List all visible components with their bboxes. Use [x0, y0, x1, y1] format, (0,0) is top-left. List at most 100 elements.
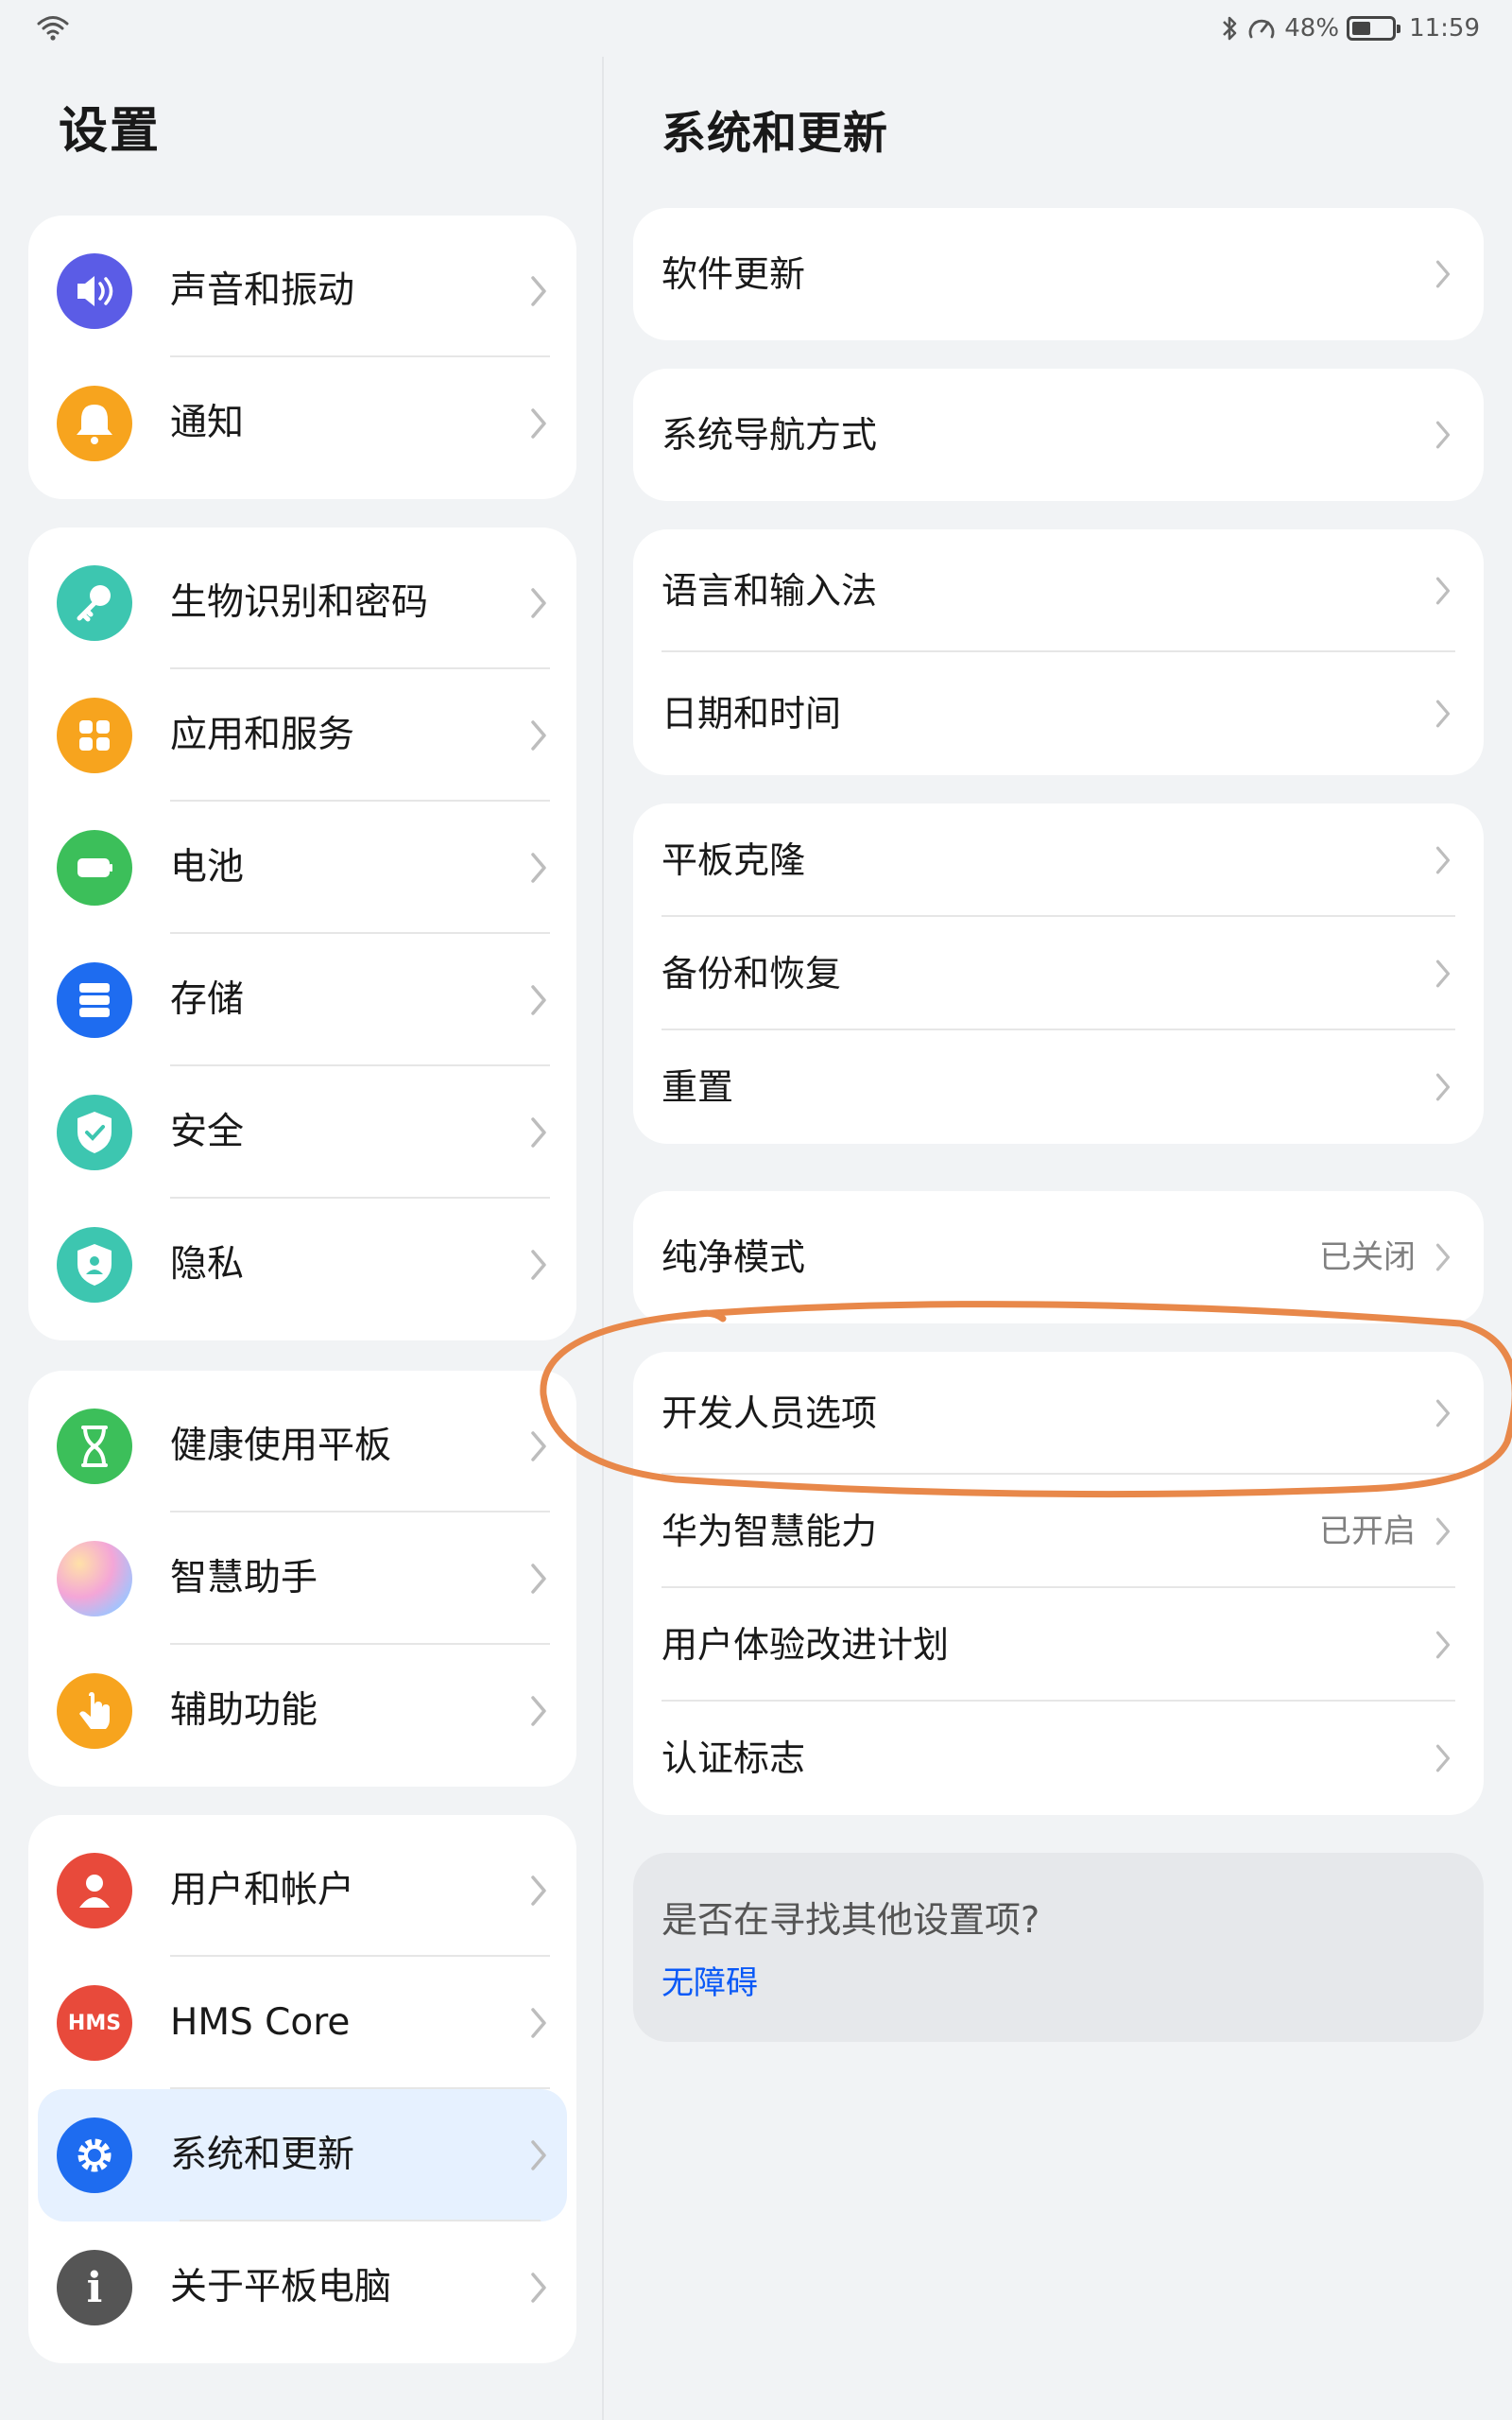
sidebar-item-label: HMS Core — [170, 2001, 351, 2044]
chevron-right-icon — [531, 1117, 546, 1148]
option-label: 平板克隆 — [662, 839, 806, 881]
sidebar-item-bell[interactable]: 通知 — [28, 357, 576, 490]
sidebar-item-assistant[interactable]: 智慧助手 — [28, 1512, 576, 1645]
hms-icon: HMS — [57, 1985, 132, 2061]
option-row[interactable]: 用户体验改进计划 — [633, 1588, 1484, 1702]
option-row[interactable]: 语言和输入法 — [633, 529, 1484, 652]
sidebar-item-hourglass[interactable]: 健康使用平板 — [28, 1380, 576, 1512]
chevron-right-icon — [531, 720, 546, 751]
sidebar-item-storage[interactable]: 存储 — [28, 934, 576, 1066]
pane-divider — [602, 57, 604, 2420]
chevron-right-icon — [1435, 1631, 1451, 1659]
option-group-card: 语言和输入法 日期和时间 — [633, 529, 1484, 775]
option-label: 软件更新 — [662, 253, 806, 295]
chevron-right-icon — [1435, 577, 1451, 605]
detail-title: 系统和更新 — [662, 108, 888, 160]
sidebar-item-label: 系统和更新 — [170, 2134, 355, 2176]
option-row[interactable]: 认证标志 — [633, 1702, 1484, 1815]
chevron-right-icon — [531, 2008, 546, 2038]
page-title: 设置 — [59, 103, 162, 160]
option-row[interactable]: 重置 — [633, 1030, 1484, 1144]
option-group-card: 系统导航方式 — [633, 369, 1484, 501]
sidebar-item-battery[interactable]: 电池 — [28, 802, 576, 934]
sidebar-item-gear[interactable]: 系统和更新 — [38, 2089, 567, 2221]
other-settings-card: 是否在寻找其他设置项? 无障碍 — [633, 1853, 1484, 2042]
option-group-card: 软件更新 — [633, 208, 1484, 340]
storage-icon — [57, 962, 132, 1038]
sidebar-item-label: 声音和振动 — [170, 269, 355, 312]
chevron-right-icon — [1435, 846, 1451, 874]
speed-gauge-icon — [1248, 19, 1275, 39]
chevron-right-icon — [1435, 959, 1451, 988]
sidebar-item-label: 隐私 — [170, 1243, 245, 1286]
chevron-right-icon — [1435, 700, 1451, 728]
sidebar-item-user[interactable]: 用户和帐户 — [28, 1824, 576, 1957]
sidebar-item-key[interactable]: 生物识别和密码 — [28, 537, 576, 669]
option-row[interactable]: 软件更新 — [633, 208, 1484, 340]
sidebar-item-accessibility-hand[interactable]: 辅助功能 — [28, 1645, 576, 1777]
sidebar-item-privacy-shield[interactable]: 隐私 — [28, 1199, 576, 1331]
apps-icon — [57, 698, 132, 773]
option-label: 华为智慧能力 — [662, 1511, 878, 1552]
other-settings-question: 是否在寻找其他设置项? — [662, 1899, 1040, 1941]
user-icon — [57, 1853, 132, 1928]
option-row[interactable]: 平板克隆 — [633, 804, 1484, 917]
chevron-right-icon — [531, 2273, 546, 2303]
sidebar-item-hms[interactable]: HMS HMS Core — [28, 1957, 576, 2089]
hourglass-icon — [57, 1409, 132, 1484]
accessibility-hand-icon — [57, 1673, 132, 1749]
settings-group-card: 用户和帐户 HMS HMS Core 系统和更新 i 关于平板电脑 — [28, 1815, 576, 2363]
option-group-card: 平板克隆备份和恢复重置 — [633, 804, 1484, 1144]
sidebar-item-sound[interactable]: 声音和振动 — [28, 225, 576, 357]
option-row[interactable]: 日期和时间 — [633, 652, 1484, 775]
settings-group-card: 健康使用平板 智慧助手辅助功能 — [28, 1371, 576, 1787]
battery-icon — [57, 830, 132, 906]
sidebar-item-label: 安全 — [170, 1111, 245, 1153]
sidebar-item-apps[interactable]: 应用和服务 — [28, 669, 576, 802]
sidebar-item-label: 智慧助手 — [170, 1557, 318, 1599]
settings-group-card: 生物识别和密码 应用和服务电池存储安全隐私 — [28, 527, 576, 1340]
icon-text: HMS — [67, 2011, 122, 2035]
option-row[interactable]: 华为智慧能力 已开启 — [633, 1475, 1484, 1588]
bell-icon — [57, 386, 132, 461]
chevron-right-icon — [531, 408, 546, 439]
chevron-right-icon — [531, 2140, 546, 2170]
sidebar-item-label: 生物识别和密码 — [170, 581, 429, 624]
option-status-value: 已开启 — [1319, 1512, 1416, 1550]
sidebar-item-label: 用户和帐户 — [170, 1869, 355, 1911]
chevron-right-icon — [531, 1431, 546, 1461]
option-label: 日期和时间 — [662, 693, 842, 735]
privacy-shield-icon — [57, 1227, 132, 1303]
sidebar-item-shield-check[interactable]: 安全 — [28, 1066, 576, 1199]
option-label: 重置 — [662, 1066, 734, 1108]
option-label: 语言和输入法 — [662, 570, 878, 612]
option-label: 认证标志 — [662, 1737, 806, 1779]
option-group-card: 纯净模式 已关闭 — [633, 1191, 1484, 1323]
option-row[interactable]: 纯净模式 已关闭 — [633, 1191, 1484, 1323]
chevron-right-icon — [531, 1564, 546, 1594]
sidebar-item-label: 应用和服务 — [170, 714, 355, 756]
option-label: 系统导航方式 — [662, 414, 878, 456]
settings-screen: 48% 11:59 设置 声音和振动 通知 生物识别和密码 应用和服务 电池 存储 安全 隐私… — [0, 0, 1512, 2420]
option-label: 开发人员选项 — [662, 1392, 878, 1434]
sidebar-item-label: 存储 — [170, 978, 245, 1021]
option-group-card: 开发人员选项 华为智慧能力 已开启用户体验改进计划认证标志 — [633, 1352, 1484, 1815]
sidebar-item-label: 通知 — [170, 402, 245, 444]
battery-percent: 48% — [1284, 14, 1340, 43]
sidebar-item-label: 健康使用平板 — [170, 1425, 392, 1467]
gear-icon — [57, 2118, 132, 2193]
chevron-right-icon — [1435, 1073, 1451, 1101]
info-icon: i — [57, 2250, 132, 2325]
assistant-icon — [57, 1541, 132, 1616]
option-row[interactable]: 备份和恢复 — [633, 917, 1484, 1030]
chevron-right-icon — [1435, 1744, 1451, 1772]
option-row[interactable]: 开发人员选项 — [633, 1352, 1484, 1475]
wifi-icon — [37, 16, 69, 41]
chevron-right-icon — [531, 853, 546, 883]
chevron-right-icon — [1435, 1399, 1451, 1427]
sound-icon — [57, 253, 132, 329]
option-row[interactable]: 系统导航方式 — [633, 369, 1484, 501]
accessibility-link[interactable]: 无障碍 — [662, 1957, 758, 2003]
chevron-right-icon — [1435, 1517, 1451, 1546]
sidebar-item-info[interactable]: i 关于平板电脑 — [28, 2221, 576, 2354]
